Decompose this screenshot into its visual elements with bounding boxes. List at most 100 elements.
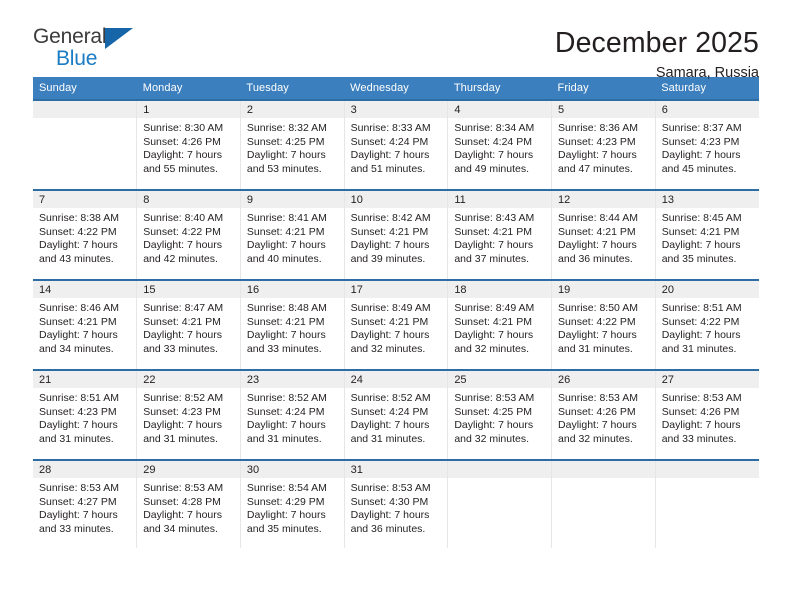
- daylight-text-line1: Daylight: 7 hours: [454, 329, 534, 342]
- daylight-text-line2: and 37 minutes.: [454, 252, 530, 265]
- day-details: Sunrise: 8:52 AM Sunset: 4:24 PM Daylight:…: [241, 388, 344, 446]
- calendar-day-cell[interactable]: 30 Sunrise: 8:54 AM Sunset: 4:29 PM Dayligh…: [239, 459, 345, 548]
- sunset-text: Sunset: 4:28 PM: [143, 495, 221, 508]
- day-details: Sunrise: 8:51 AM Sunset: 4:22 PM Daylight:…: [656, 298, 759, 356]
- day-details: Sunrise: 8:44 AM Sunset: 4:21 PM Daylight:…: [552, 208, 655, 266]
- daylight-text-line2: and 33 minutes.: [661, 432, 737, 445]
- calendar-day-cell[interactable]: 24 Sunrise: 8:52 AM Sunset: 4:24 PM Dayligh…: [343, 369, 449, 460]
- day-number: 28: [33, 461, 137, 478]
- day-details: Sunrise: 8:53 AM Sunset: 4:26 PM Daylight:…: [552, 388, 655, 446]
- sunrise-text: Sunrise: 8:30 AM: [143, 122, 224, 134]
- daylight-text-line2: and 31 minutes.: [143, 432, 218, 445]
- calendar-day-cell[interactable]: 2 Sunrise: 8:32 AM Sunset: 4:25 PM Daylight…: [239, 99, 345, 190]
- day-number: 30: [240, 461, 344, 478]
- sunrise-text: Sunrise: 8:48 AM: [246, 302, 327, 314]
- calendar-day-cell[interactable]: 8 Sunrise: 8:40 AM Sunset: 4:22 PM Daylight…: [136, 189, 241, 280]
- sunrise-text: Sunrise: 8:52 AM: [246, 392, 327, 404]
- weekday-header-thursday: Thursday: [447, 77, 552, 100]
- generalblue-logo[interactable]: General Blue: [33, 26, 143, 72]
- daylight-text-line2: and 31 minutes.: [246, 432, 322, 445]
- calendar-day-cell[interactable]: 7 Sunrise: 8:38 AM Sunset: 4:22 PM Daylight…: [33, 189, 138, 280]
- calendar-day-cell[interactable]: 1 Sunrise: 8:30 AM Sunset: 4:26 PM Daylight…: [136, 99, 241, 190]
- calendar-day-cell[interactable]: 16 Sunrise: 8:48 AM Sunset: 4:21 PM Dayligh…: [239, 279, 345, 370]
- sunrise-text: Sunrise: 8:46 AM: [39, 302, 119, 314]
- day-details: Sunrise: 8:52 AM Sunset: 4:23 PM Daylight:…: [137, 388, 240, 446]
- day-number: 3: [344, 101, 448, 118]
- day-number: 25: [448, 371, 552, 388]
- daylight-text-line1: Daylight: 7 hours: [661, 149, 741, 162]
- calendar-day-cell-empty: [33, 99, 138, 190]
- calendar-day-cell[interactable]: 17 Sunrise: 8:49 AM Sunset: 4:21 PM Dayligh…: [343, 279, 449, 370]
- calendar-week-row: 1 Sunrise: 8:30 AM Sunset: 4:26 PM Daylight…: [33, 99, 759, 190]
- day-details: Sunrise: 8:45 AM Sunset: 4:21 PM Daylight:…: [656, 208, 759, 266]
- sunrise-text: Sunrise: 8:50 AM: [558, 302, 638, 314]
- calendar-day-cell[interactable]: 27 Sunrise: 8:53 AM Sunset: 4:26 PM Dayligh…: [654, 369, 759, 460]
- sunrise-text: Sunrise: 8:53 AM: [350, 482, 431, 494]
- calendar-day-cell[interactable]: 9 Sunrise: 8:41 AM Sunset: 4:21 PM Daylight…: [239, 189, 345, 280]
- daylight-text-line1: Daylight: 7 hours: [350, 149, 430, 162]
- sunrise-text: Sunrise: 8:49 AM: [350, 302, 431, 314]
- calendar-day-cell[interactable]: 21 Sunrise: 8:51 AM Sunset: 4:23 PM Dayligh…: [33, 369, 138, 460]
- daylight-text-line1: Daylight: 7 hours: [454, 149, 534, 162]
- calendar-day-cell[interactable]: 25 Sunrise: 8:53 AM Sunset: 4:25 PM Dayligh…: [447, 369, 553, 460]
- day-number: 7: [33, 191, 137, 208]
- sunrise-text: Sunrise: 8:40 AM: [143, 212, 224, 224]
- day-number: 17: [344, 281, 448, 298]
- calendar-day-cell[interactable]: 6 Sunrise: 8:37 AM Sunset: 4:23 PM Daylight…: [654, 99, 759, 190]
- calendar-day-cell-empty: [654, 459, 759, 548]
- daylight-text-line1: Daylight: 7 hours: [350, 419, 430, 432]
- calendar-day-cell[interactable]: 12 Sunrise: 8:44 AM Sunset: 4:21 PM Dayligh…: [551, 189, 656, 280]
- sunset-text: Sunset: 4:22 PM: [143, 225, 221, 238]
- calendar-day-cell[interactable]: 20 Sunrise: 8:51 AM Sunset: 4:22 PM Dayligh…: [654, 279, 759, 370]
- sunrise-text: Sunrise: 8:44 AM: [558, 212, 638, 224]
- calendar-day-cell[interactable]: 14 Sunrise: 8:46 AM Sunset: 4:21 PM Dayligh…: [33, 279, 138, 370]
- daylight-text-line2: and 34 minutes.: [143, 522, 218, 535]
- daylight-text-line1: Daylight: 7 hours: [661, 239, 741, 252]
- calendar-day-cell[interactable]: 11 Sunrise: 8:43 AM Sunset: 4:21 PM Dayligh…: [447, 189, 553, 280]
- calendar-day-cell[interactable]: 26 Sunrise: 8:53 AM Sunset: 4:26 PM Dayligh…: [551, 369, 656, 460]
- day-details: Sunrise: 8:52 AM Sunset: 4:24 PM Daylight:…: [345, 388, 448, 446]
- day-details: Sunrise: 8:40 AM Sunset: 4:22 PM Daylight:…: [137, 208, 240, 266]
- daylight-text-line2: and 33 minutes.: [39, 522, 114, 535]
- sunrise-text: Sunrise: 8:53 AM: [143, 482, 224, 494]
- calendar-day-cell[interactable]: 15 Sunrise: 8:47 AM Sunset: 4:21 PM Dayligh…: [136, 279, 241, 370]
- calendar-body: 1 Sunrise: 8:30 AM Sunset: 4:26 PM Daylight…: [33, 99, 759, 548]
- calendar-day-cell[interactable]: 29 Sunrise: 8:53 AM Sunset: 4:28 PM Dayligh…: [136, 459, 241, 548]
- daylight-text-line1: Daylight: 7 hours: [350, 509, 430, 522]
- daylight-text-line2: and 55 minutes.: [143, 162, 218, 175]
- sunset-text: Sunset: 4:23 PM: [558, 135, 636, 148]
- calendar-day-cell[interactable]: 13 Sunrise: 8:45 AM Sunset: 4:21 PM Dayligh…: [654, 189, 759, 280]
- sunset-text: Sunset: 4:26 PM: [143, 135, 221, 148]
- calendar-day-cell[interactable]: 3 Sunrise: 8:33 AM Sunset: 4:24 PM Daylight…: [343, 99, 449, 190]
- day-details: Sunrise: 8:38 AM Sunset: 4:22 PM Daylight:…: [33, 208, 136, 266]
- day-number: 22: [137, 371, 240, 388]
- calendar-day-cell[interactable]: 31 Sunrise: 8:53 AM Sunset: 4:30 PM Dayligh…: [343, 459, 449, 548]
- calendar-day-cell[interactable]: 28 Sunrise: 8:53 AM Sunset: 4:27 PM Dayligh…: [33, 459, 138, 548]
- calendar-day-cell[interactable]: 4 Sunrise: 8:34 AM Sunset: 4:24 PM Daylight…: [447, 99, 553, 190]
- calendar-day-cell[interactable]: 10 Sunrise: 8:42 AM Sunset: 4:21 PM Dayligh…: [343, 189, 449, 280]
- sunrise-text: Sunrise: 8:52 AM: [143, 392, 224, 404]
- daylight-text-line2: and 36 minutes.: [558, 252, 633, 265]
- calendar-day-cell[interactable]: 19 Sunrise: 8:50 AM Sunset: 4:22 PM Dayligh…: [551, 279, 656, 370]
- day-details: Sunrise: 8:53 AM Sunset: 4:27 PM Daylight:…: [33, 478, 136, 536]
- day-number: 21: [33, 371, 137, 388]
- calendar-day-cell[interactable]: 5 Sunrise: 8:36 AM Sunset: 4:23 PM Daylight…: [551, 99, 656, 190]
- sunset-text: Sunset: 4:21 PM: [661, 225, 740, 238]
- sunset-text: Sunset: 4:21 PM: [350, 225, 429, 238]
- sunset-text: Sunset: 4:21 PM: [143, 315, 221, 328]
- sunrise-text: Sunrise: 8:52 AM: [350, 392, 431, 404]
- sunrise-text: Sunrise: 8:49 AM: [454, 302, 535, 314]
- daylight-text-line2: and 53 minutes.: [246, 162, 322, 175]
- calendar-day-cell[interactable]: 22 Sunrise: 8:52 AM Sunset: 4:23 PM Dayligh…: [136, 369, 241, 460]
- sunset-text: Sunset: 4:21 PM: [39, 315, 117, 328]
- calendar-day-cell[interactable]: 18 Sunrise: 8:49 AM Sunset: 4:21 PM Dayligh…: [447, 279, 553, 370]
- day-number: 1: [137, 101, 240, 118]
- calendar-week-row: 14 Sunrise: 8:46 AM Sunset: 4:21 PM Dayligh…: [33, 279, 759, 370]
- sunrise-text: Sunrise: 8:37 AM: [661, 122, 742, 134]
- day-number: 16: [240, 281, 344, 298]
- calendar-day-cell[interactable]: 23 Sunrise: 8:52 AM Sunset: 4:24 PM Dayligh…: [239, 369, 345, 460]
- day-number: [448, 461, 552, 478]
- day-details: Sunrise: 8:47 AM Sunset: 4:21 PM Daylight:…: [137, 298, 240, 356]
- day-details: Sunrise: 8:37 AM Sunset: 4:23 PM Daylight:…: [656, 118, 759, 176]
- sunset-text: Sunset: 4:23 PM: [661, 135, 740, 148]
